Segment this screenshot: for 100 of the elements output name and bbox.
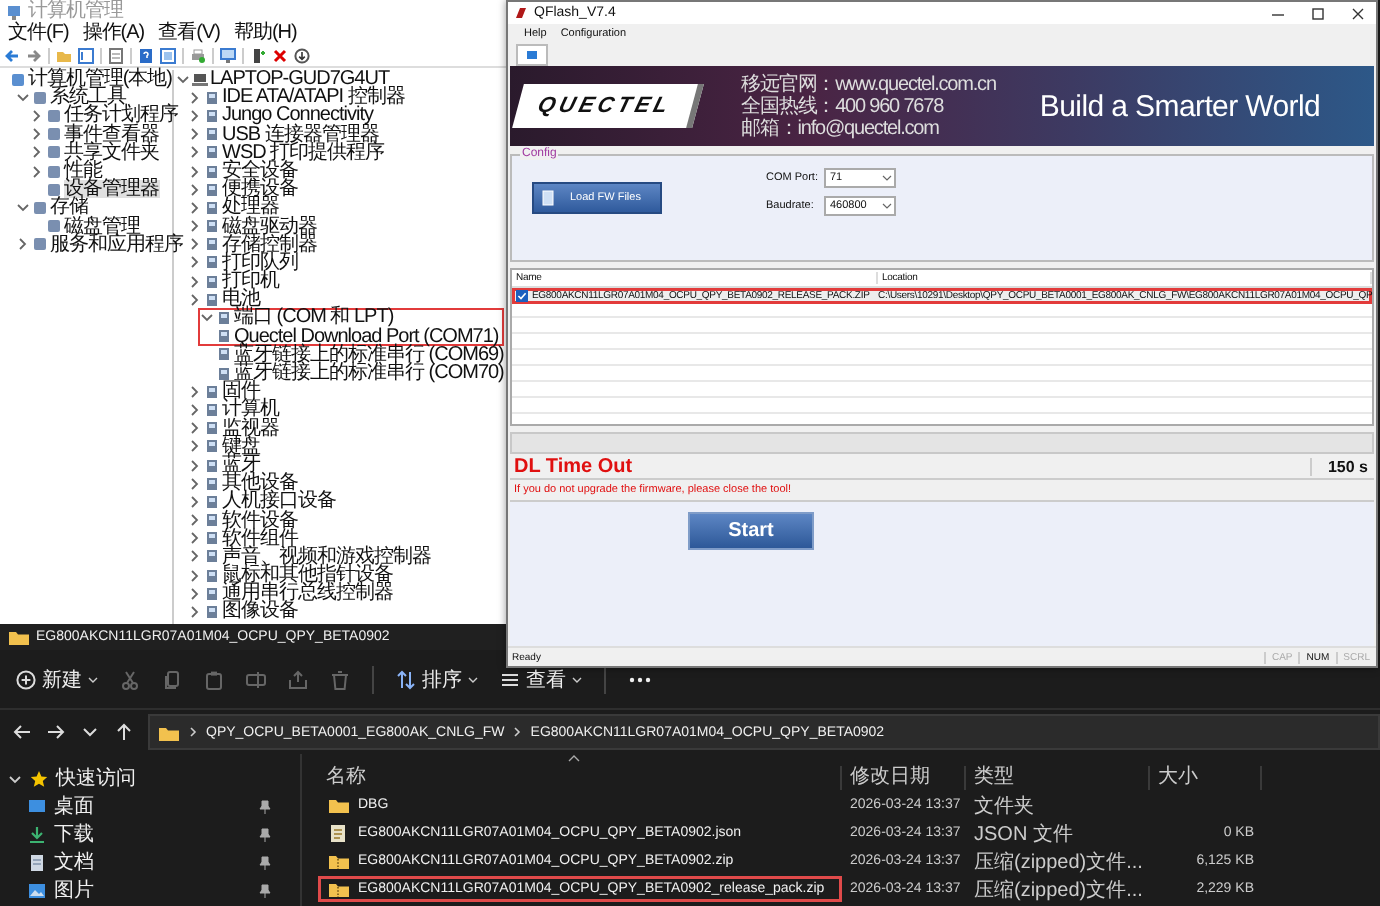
expand-chevron-icon[interactable] xyxy=(188,604,202,621)
expand-chevron-icon[interactable] xyxy=(188,107,202,124)
tree-item[interactable]: 键盘 xyxy=(222,437,260,456)
expand-chevron-icon[interactable] xyxy=(188,438,202,455)
column-header[interactable]: 名称 xyxy=(318,765,842,790)
new-button[interactable]: 新建 xyxy=(16,665,98,694)
tree-item[interactable]: IDE ATA/ATAPI 控制器 xyxy=(222,88,405,107)
expand-chevron-icon[interactable] xyxy=(188,163,202,180)
tree-item[interactable]: 安全设备 xyxy=(222,161,298,181)
expand-chevron-icon[interactable] xyxy=(30,126,44,143)
device-add-icon[interactable] xyxy=(250,47,266,63)
menu-item[interactable]: 文件(F) xyxy=(8,22,69,44)
tree-item[interactable]: 计算机 xyxy=(222,400,279,420)
expand-chevron-icon[interactable] xyxy=(30,163,44,180)
expand-chevron-icon[interactable] xyxy=(188,530,202,547)
expand-chevron-icon[interactable] xyxy=(188,236,202,253)
collapse-chevron-icon[interactable] xyxy=(176,71,190,88)
tree-item[interactable]: Quectel Download Port (COM71) xyxy=(234,327,499,346)
expand-chevron-icon[interactable] xyxy=(16,236,30,253)
share-icon[interactable] xyxy=(288,669,308,690)
toolbar-button[interactable] xyxy=(516,44,548,66)
console-tree-icon[interactable] xyxy=(78,47,94,63)
expand-chevron-icon[interactable] xyxy=(188,475,202,492)
expand-chevron-icon[interactable] xyxy=(188,457,202,474)
rename-icon[interactable] xyxy=(246,669,266,690)
nav-item[interactable]: 快速访问 xyxy=(56,767,136,792)
tree-item[interactable]: 监视器 xyxy=(222,419,279,438)
collapse-chevron-icon[interactable] xyxy=(8,771,22,788)
panel-icon[interactable] xyxy=(160,47,176,63)
expand-chevron-icon[interactable] xyxy=(188,199,202,216)
monitor-icon[interactable] xyxy=(220,47,236,63)
tree-item[interactable]: 存储 xyxy=(50,198,88,218)
expand-chevron-icon[interactable] xyxy=(30,107,44,124)
menu-item[interactable]: 帮助(H) xyxy=(233,22,297,44)
cut-icon[interactable] xyxy=(120,669,140,690)
delete-icon[interactable] xyxy=(272,47,288,63)
expand-chevron-icon[interactable] xyxy=(188,254,202,271)
tree-item[interactable]: USB 连接器管理器 xyxy=(222,125,379,144)
tree-item[interactable]: 服务和应用程序 xyxy=(50,235,183,254)
printer-icon[interactable] xyxy=(190,47,206,63)
tree-item[interactable]: 图像设备 xyxy=(222,602,298,622)
tree-item[interactable]: 设备管理器 xyxy=(64,180,159,199)
expand-chevron-icon[interactable] xyxy=(188,291,202,308)
copy-icon[interactable] xyxy=(162,669,182,690)
tree-item[interactable]: WSD 打印提供程序 xyxy=(222,143,385,162)
tree-item[interactable]: 打印队列 xyxy=(222,253,298,273)
tree-item[interactable]: 人机接口设备 xyxy=(222,492,336,512)
nav-item[interactable]: 桌面 xyxy=(54,795,94,820)
collapse-chevron-icon[interactable] xyxy=(16,199,30,216)
expand-chevron-icon[interactable] xyxy=(188,181,202,198)
expand-chevron-icon[interactable] xyxy=(188,548,202,565)
tree-item[interactable]: 存储控制器 xyxy=(222,235,317,254)
collapse-chevron-icon[interactable] xyxy=(200,310,214,327)
tree-item[interactable]: 蓝牙链接上的标准串行 (COM70) xyxy=(234,364,504,383)
column-header[interactable]: 类型 xyxy=(966,765,1150,790)
menu-item[interactable]: 查看(V) xyxy=(158,22,220,44)
tree-item[interactable]: 共享文件夹 xyxy=(64,143,159,162)
tree-item[interactable]: 性能 xyxy=(64,161,102,181)
checkbox-checked[interactable] xyxy=(516,290,528,302)
column-header[interactable]: 大小 xyxy=(1150,765,1262,790)
up-arrow-icon[interactable] xyxy=(114,722,134,743)
close-icon[interactable] xyxy=(1352,7,1364,19)
expand-chevron-icon[interactable] xyxy=(188,89,202,106)
menu-item[interactable]: 操作(A) xyxy=(82,22,145,44)
tree-item[interactable]: 计算机管理(本地) xyxy=(27,70,172,89)
maximize-icon[interactable] xyxy=(1312,7,1324,19)
help-icon[interactable] xyxy=(138,47,154,63)
expand-chevron-icon[interactable] xyxy=(188,567,202,584)
tree-item[interactable]: 其他设备 xyxy=(222,474,298,493)
start-button[interactable]: Start xyxy=(688,512,814,550)
tree-item[interactable]: 任务计划程序 xyxy=(64,106,178,126)
nav-item[interactable]: 下载 xyxy=(54,823,94,848)
tree-item[interactable]: 软件组件 xyxy=(222,529,298,548)
tree-item[interactable]: 打印机 xyxy=(222,272,279,291)
tree-item[interactable]: 软件设备 xyxy=(222,511,298,530)
tree-item[interactable]: Jungo Connectivity xyxy=(222,106,373,126)
tree-item[interactable]: 事件查看器 xyxy=(64,125,159,144)
expand-chevron-icon[interactable] xyxy=(188,585,202,602)
expand-chevron-icon[interactable] xyxy=(188,420,202,437)
view-button[interactable]: 查看 xyxy=(500,665,582,694)
tree-item[interactable]: 磁盘管理 xyxy=(64,217,140,236)
download-icon[interactable] xyxy=(294,47,310,63)
expand-chevron-icon[interactable] xyxy=(188,273,202,290)
delete-icon[interactable] xyxy=(330,669,350,690)
expand-chevron-icon[interactable] xyxy=(188,144,202,161)
sort-button[interactable]: 排序 xyxy=(396,665,478,694)
expand-chevron-icon[interactable] xyxy=(188,383,202,400)
tree-item[interactable]: 电池 xyxy=(222,290,260,309)
tree-item[interactable]: 鼠标和其他指针设备 xyxy=(222,566,393,585)
expand-chevron-icon[interactable] xyxy=(188,126,202,143)
expand-chevron-icon[interactable] xyxy=(188,218,202,235)
tree-item[interactable]: 处理器 xyxy=(222,198,279,218)
expand-chevron-icon[interactable] xyxy=(188,512,202,529)
tree-item[interactable]: 端口 (COM 和 LPT) xyxy=(234,308,394,328)
tree-item[interactable]: 便携设备 xyxy=(222,180,298,199)
more-icon[interactable] xyxy=(628,675,652,684)
collapse-chevron-icon[interactable] xyxy=(16,89,30,106)
expand-chevron-icon[interactable] xyxy=(30,144,44,161)
properties-icon[interactable] xyxy=(108,47,124,63)
tree-item[interactable]: 固件 xyxy=(222,382,260,401)
